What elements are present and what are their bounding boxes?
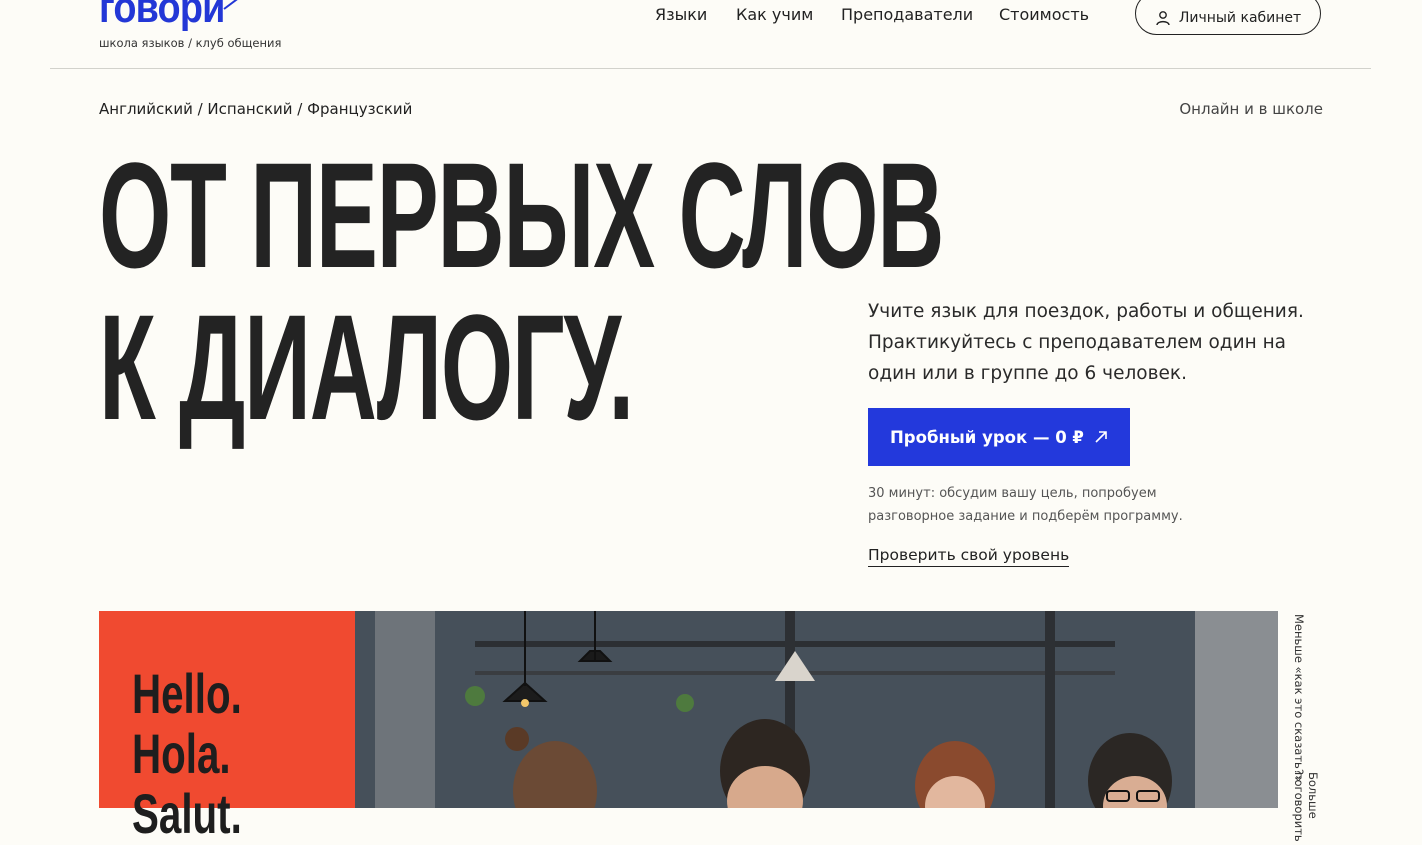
logo-arrow-icon xyxy=(223,0,238,10)
format-label: Онлайн и в школе xyxy=(1179,100,1323,118)
nav-how-we-teach[interactable]: Как учим xyxy=(736,5,813,25)
arrow-up-right-icon xyxy=(1095,431,1107,443)
personal-account-label: Личный кабинет xyxy=(1178,9,1302,26)
personal-account-button[interactable]: Личный кабинет xyxy=(1135,0,1321,35)
languages-list: Английский / Испанский / Французский xyxy=(99,100,413,118)
hero-lead: Учите язык для поездок, работы и общения… xyxy=(868,301,1304,384)
hero-title-line-2: К ДИАЛОГУ. xyxy=(99,283,634,451)
logo[interactable]: говори xyxy=(99,0,225,33)
trial-note: 30 минут: обсудим вашу цель, попробуем р… xyxy=(868,486,1183,524)
user-icon xyxy=(1156,10,1170,25)
nav-languages[interactable]: Языки xyxy=(655,5,707,25)
greeting-hola: Hola. xyxy=(132,722,231,785)
hero-title-line-1: ОТ ПЕРВЫХ СЛОВ xyxy=(99,131,944,299)
side-caption-1: Меньше «как это сказать?» xyxy=(1292,614,1306,782)
nav-teachers[interactable]: Преподаватели xyxy=(841,5,973,25)
side-caption-2: Больше поговорить xyxy=(1292,772,1320,842)
trial-lesson-button[interactable]: Пробный урок — 0 ₽ xyxy=(868,408,1130,466)
logo-subtitle: школа языков / клуб общения xyxy=(99,36,282,50)
trial-lesson-label: Пробный урок — 0 ₽ xyxy=(890,427,1084,447)
greeting-hello: Hello. xyxy=(132,662,242,725)
greeting-salut: Salut. xyxy=(132,782,242,845)
nav-pricing[interactable]: Стоимость xyxy=(999,5,1089,25)
header-divider xyxy=(50,68,1371,69)
class-photo xyxy=(355,611,1278,808)
check-level-link[interactable]: Проверить свой уровень xyxy=(868,545,1070,567)
